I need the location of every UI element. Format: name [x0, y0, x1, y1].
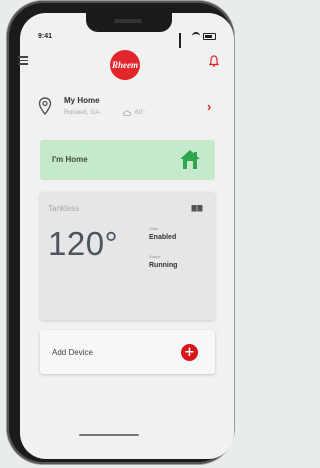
add-device-button[interactable]: Add Device + [40, 330, 215, 374]
wifi-icon [192, 32, 200, 40]
menu-icon[interactable] [18, 56, 28, 65]
state-value: Enabled [149, 234, 177, 241]
bell-icon[interactable] [209, 55, 219, 67]
notch [86, 13, 172, 32]
house-icon [180, 150, 200, 169]
plus-icon[interactable]: + [181, 344, 198, 361]
manual-book-icon[interactable] [191, 204, 203, 212]
status-time: 9:41 [38, 33, 53, 40]
signal-icon [179, 33, 189, 48]
im-home-button[interactable]: I'm Home [40, 140, 215, 180]
status-value: Running [149, 262, 178, 269]
battery-icon [203, 32, 216, 40]
location-name: My Home [64, 96, 100, 105]
outdoor-temperature: 60° [135, 109, 145, 116]
im-home-label: I'm Home [52, 155, 88, 164]
add-device-label: Add Device [52, 348, 93, 357]
location-city: Roswell, GA [64, 109, 100, 116]
status-icons [179, 32, 216, 48]
location-pin-icon [38, 97, 52, 115]
speaker [114, 19, 142, 23]
device-name: Tankless [48, 204, 80, 213]
device-temperature: 120° [48, 225, 119, 262]
device-card[interactable]: Tankless 120° State Enabled Status Runni… [40, 192, 215, 320]
chevron-right-icon[interactable]: › [207, 99, 211, 114]
home-indicator [79, 434, 139, 436]
status-label: Status [149, 254, 161, 259]
rheem-logo: Rheem [110, 50, 140, 80]
cloud-icon [122, 110, 131, 116]
state-label: State [149, 226, 159, 231]
location-row[interactable]: My Home Roswell, GA 60° › [38, 93, 220, 123]
